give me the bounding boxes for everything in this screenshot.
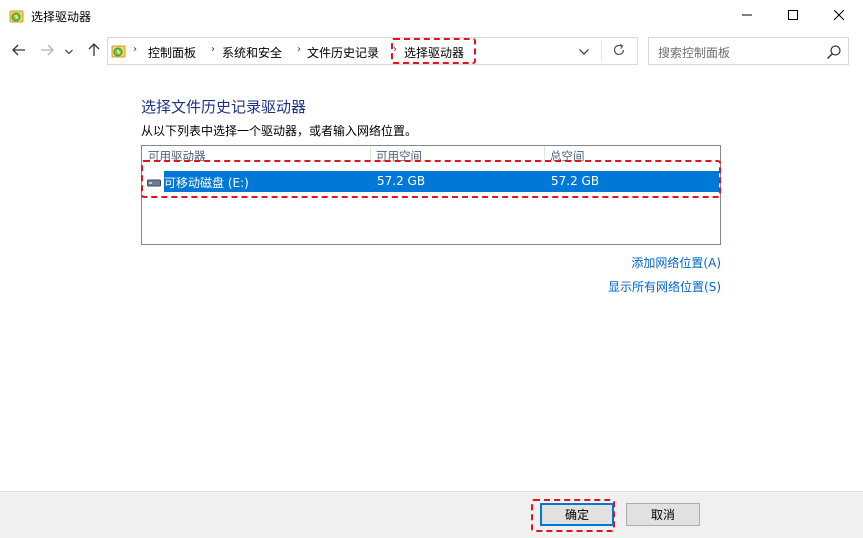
free-space-cell: 57.2 GB	[377, 174, 426, 188]
breadcrumb-file-history[interactable]: 文件历史记录	[307, 44, 379, 61]
column-header-drive[interactable]: 可用驱动器	[148, 148, 206, 166]
breadcrumb-separator-icon: ›	[211, 44, 215, 55]
cancel-button[interactable]: 取消	[626, 503, 700, 526]
chevron-down-icon	[579, 44, 589, 58]
up-button[interactable]	[84, 41, 104, 61]
show-all-network-locations-link[interactable]: 显示所有网络位置(S)	[608, 278, 721, 295]
arrow-left-icon	[12, 44, 26, 59]
close-icon	[833, 9, 845, 23]
arrow-right-icon	[40, 44, 54, 59]
window-title: 选择驱动器	[31, 10, 92, 24]
column-header-free-space[interactable]: 可用空间	[376, 148, 422, 166]
address-dropdown-button[interactable]	[574, 42, 594, 60]
breadcrumb-control-panel[interactable]: 控制面板	[148, 44, 196, 61]
column-divider	[370, 146, 371, 166]
address-divider	[601, 41, 602, 61]
title-bar: 选择驱动器	[0, 0, 863, 31]
address-bar[interactable]: › 控制面板 › 系统和安全 › 文件历史记录 › 选择驱动器	[107, 37, 638, 65]
control-panel-icon	[111, 43, 127, 59]
removable-drive-icon	[147, 176, 161, 188]
maximize-icon	[788, 9, 798, 23]
recent-locations-button[interactable]	[62, 41, 76, 61]
navigation-bar: › 控制面板 › 系统和安全 › 文件历史记录 › 选择驱动器 搜索控制面板	[0, 33, 863, 69]
drive-list[interactable]: 可用驱动器 可用空间 总空间 可移动磁盘 (E:) 57.2 GB 57.2 G…	[141, 145, 721, 245]
search-placeholder: 搜索控制面板	[658, 46, 731, 60]
search-icon[interactable]	[826, 44, 842, 60]
ok-button[interactable]: 确定	[540, 503, 614, 526]
breadcrumb-separator-icon: ›	[393, 44, 397, 55]
chevron-down-icon	[65, 44, 73, 58]
footer-bar	[0, 492, 863, 538]
instruction-text: 从以下列表中选择一个驱动器，或者输入网络位置。	[141, 124, 418, 138]
refresh-icon	[612, 43, 626, 60]
add-network-location-link[interactable]: 添加网络位置(A)	[631, 254, 721, 271]
minimize-icon	[742, 9, 752, 23]
back-button[interactable]	[9, 41, 29, 61]
table-row[interactable]: 可移动磁盘 (E:) 57.2 GB 57.2 GB	[164, 171, 719, 192]
breadcrumb-separator-icon: ›	[297, 44, 301, 55]
breadcrumb-separator-icon: ›	[133, 44, 137, 55]
column-divider	[544, 146, 545, 166]
total-space-cell: 57.2 GB	[551, 174, 600, 188]
arrow-up-icon	[88, 42, 100, 60]
close-button[interactable]	[816, 0, 862, 31]
refresh-button[interactable]	[609, 42, 629, 60]
minimize-button[interactable]	[724, 0, 770, 31]
column-header-total-space[interactable]: 总空间	[550, 148, 585, 166]
breadcrumb-select-drive[interactable]: 选择驱动器	[404, 44, 464, 61]
forward-button[interactable]	[37, 41, 57, 61]
search-input[interactable]: 搜索控制面板	[648, 37, 849, 65]
page-heading: 选择文件历史记录驱动器	[141, 98, 307, 116]
maximize-button[interactable]	[770, 0, 816, 31]
drive-name-cell: 可移动磁盘 (E:)	[164, 176, 249, 190]
file-history-icon	[9, 8, 25, 24]
breadcrumb-system-security[interactable]: 系统和安全	[222, 44, 282, 61]
